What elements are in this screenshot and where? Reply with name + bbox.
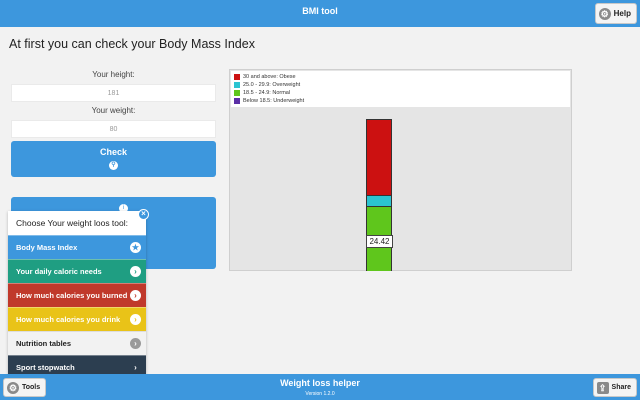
help-label: Help — [613, 8, 631, 18]
chevron-right-icon: › — [134, 363, 137, 372]
tools-button[interactable]: ⚙ Tools — [3, 378, 47, 397]
chevron-right-icon: › — [130, 266, 141, 277]
legend-label: 25.0 - 29.9: Overweight — [243, 82, 301, 88]
legend-item-obese: 30 and above: Obese — [234, 73, 567, 81]
height-label: Your height: — [92, 70, 135, 79]
tools-menu: Choose Your weight loos tool: Body Mass … — [8, 211, 146, 379]
legend-swatch — [234, 82, 240, 88]
legend-label: Below 18.5: Underweight — [243, 98, 305, 104]
close-icon[interactable]: × — [138, 209, 149, 220]
search-icon: ⚲ — [109, 161, 118, 170]
check-button[interactable]: Check ⚲ — [11, 141, 216, 177]
menu-item-nutrition-tables[interactable]: Nutrition tables › — [8, 331, 146, 355]
chevron-right-icon: › — [130, 314, 141, 325]
share-label: Share — [611, 384, 631, 391]
weight-label: Your weight: — [91, 106, 136, 115]
footer-title: Weight loss helper — [280, 378, 360, 388]
weight-input[interactable] — [11, 120, 216, 138]
overweight-band — [367, 195, 391, 207]
menu-item-label: How much calories you drink — [16, 315, 121, 324]
menu-item-label: Your daily caloric needs — [16, 267, 102, 276]
menu-item-calories-burned[interactable]: How much calories you burned › — [8, 283, 146, 307]
legend-label: 18.5 - 24.9: Normal — [243, 90, 291, 96]
gear-icon: ⚙ — [7, 381, 19, 394]
bottom-bar: ⚙ Tools Weight loss helper Version 1.2.0… — [0, 374, 640, 400]
chart-legend: 30 and above: Obese 25.0 - 29.9: Overwei… — [231, 71, 570, 107]
bmi-value-label: 24.42 — [366, 235, 393, 248]
tools-label: Tools — [22, 384, 41, 391]
menu-item-label: Nutrition tables — [16, 339, 72, 348]
page-title: At first you can check your Body Mass In… — [9, 37, 255, 51]
gear-icon: ⚙ — [598, 7, 611, 20]
chevron-right-icon: › — [130, 290, 141, 301]
menu-item-calories-drink[interactable]: How much calories you drink › — [8, 307, 146, 331]
help-button[interactable]: ⚙ Help — [594, 3, 637, 24]
menu-title: Choose Your weight loos tool: — [8, 211, 146, 235]
height-input[interactable] — [11, 84, 216, 102]
star-icon: ★ — [130, 242, 141, 253]
share-icon: ⇪ — [596, 381, 609, 394]
legend-swatch — [234, 74, 240, 80]
legend-item-underweight: Below 18.5: Underweight — [234, 97, 567, 105]
footer-version: Version 1.2.0 — [305, 391, 335, 397]
bmi-bar: 24.42 — [366, 119, 393, 271]
legend-label: 30 and above: Obese — [243, 74, 296, 80]
share-button[interactable]: ⇪ Share — [592, 378, 637, 397]
check-label: Check — [99, 147, 127, 157]
legend-item-overweight: 25.0 - 29.9: Overweight — [234, 81, 567, 89]
top-bar: BMI tool ⚙ Help — [0, 0, 640, 27]
menu-item-label: Sport stopwatch — [16, 363, 75, 372]
chevron-right-icon: › — [130, 338, 141, 349]
legend-swatch — [234, 98, 240, 104]
legend-item-normal: 18.5 - 24.9: Normal — [234, 89, 567, 97]
menu-item-label: Body Mass Index — [16, 243, 78, 252]
menu-item-bmi[interactable]: Body Mass Index ★ — [8, 235, 146, 259]
bmi-chart: 30 and above: Obese 25.0 - 29.9: Overwei… — [229, 69, 572, 271]
menu-item-caloric-needs[interactable]: Your daily caloric needs › — [8, 259, 146, 283]
menu-item-label: How much calories you burned — [16, 291, 128, 300]
legend-swatch — [234, 90, 240, 96]
obese-band — [367, 120, 391, 195]
app-title: BMI tool — [302, 6, 338, 16]
